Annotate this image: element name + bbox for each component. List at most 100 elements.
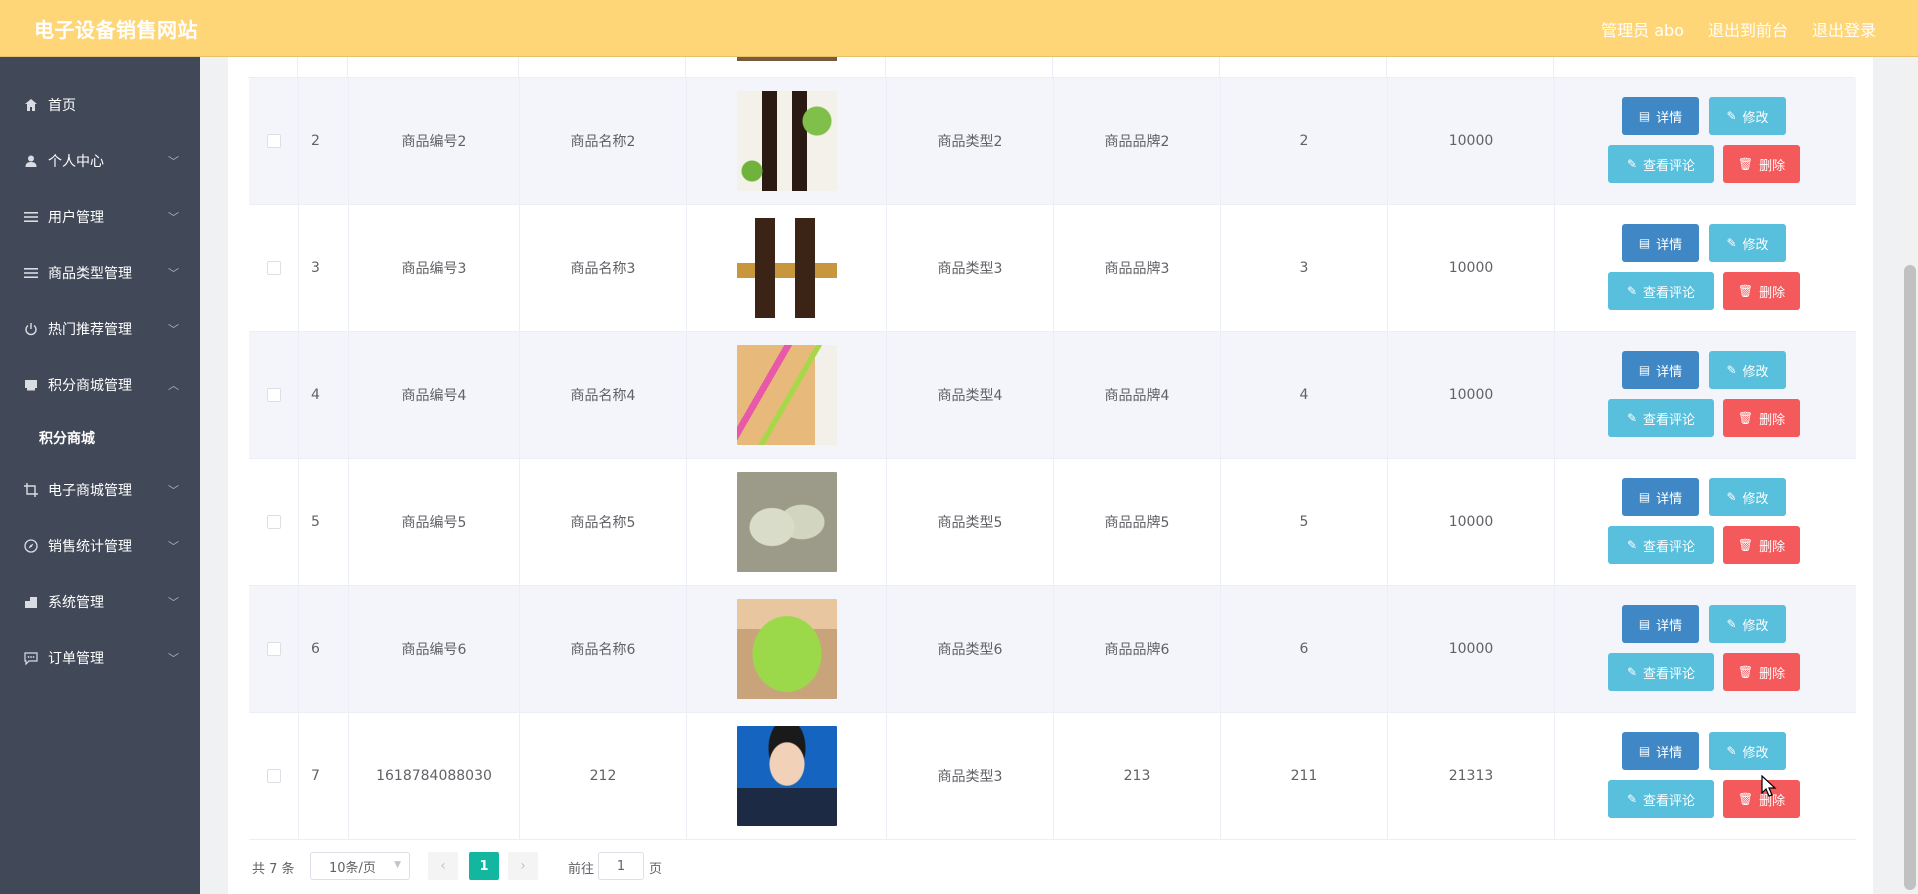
- product-type: 商品类型4: [937, 388, 1003, 404]
- row-checkbox[interactable]: [266, 515, 281, 529]
- detail-button[interactable]: ▤ 详情: [1622, 224, 1699, 262]
- table-cell-col7: 5: [1221, 459, 1388, 585]
- detail-button[interactable]: ▤ 详情: [1622, 605, 1699, 643]
- user-icon: [23, 153, 39, 169]
- edit-button[interactable]: ✎ 修改: [1709, 478, 1786, 516]
- chevron-down-icon: ﹀: [168, 652, 179, 665]
- goto-page-input[interactable]: [598, 852, 644, 880]
- sidebar-item-points-mall[interactable]: 积分商城管理 ︿: [0, 365, 200, 405]
- home-icon: [23, 97, 39, 113]
- table-row: 2 商品编号2 商品名称2 商品类型2 商品品牌2 2 10000 ▤ 详情 ✎ 修…: [249, 78, 1856, 205]
- delete-button[interactable]: 🗑︎ 删除: [1723, 653, 1800, 691]
- sidebar-item-label: 热门推荐管理: [48, 322, 132, 338]
- edit-button[interactable]: ✎ 修改: [1709, 224, 1786, 262]
- product-type: 商品类型6: [937, 642, 1003, 658]
- admin-user-link[interactable]: 管理员 abo: [1601, 17, 1684, 41]
- table-row: 6 商品编号6 商品名称6 商品类型6 商品品牌6 6 10000 ▤ 详情 ✎ 修…: [249, 586, 1856, 713]
- edit-icon: ✎: [1726, 744, 1737, 758]
- detail-button[interactable]: ▤ 详情: [1622, 732, 1699, 770]
- sidebar-item-product-types[interactable]: 商品类型管理 ﹀: [0, 253, 200, 293]
- detail-button[interactable]: ▤ 详情: [1622, 97, 1699, 135]
- table-cell-select: [249, 459, 299, 585]
- sidebar-item-profile[interactable]: 个人中心 ﹀: [0, 141, 200, 181]
- edit-icon: ✎: [1626, 538, 1638, 552]
- table-cell-select: [249, 332, 299, 458]
- edit-icon: ✎: [1726, 490, 1737, 504]
- delete-button[interactable]: 🗑︎ 删除: [1723, 526, 1800, 564]
- table-cell-col7: 3: [1221, 205, 1388, 331]
- product-image: [736, 726, 837, 826]
- product-brand: 商品品牌5: [1104, 515, 1170, 531]
- edit-button-label: 修改: [1742, 745, 1769, 761]
- sidebar-item-sales-stats[interactable]: 销售统计管理 ﹀: [0, 526, 200, 566]
- prev-page-button[interactable]: ‹: [428, 852, 458, 880]
- table-cell-select: [249, 205, 299, 331]
- row-checkbox[interactable]: [266, 388, 281, 402]
- exit-to-frontend-link[interactable]: 退出到前台: [1708, 17, 1788, 41]
- table-cell-code: 商品编号5: [349, 459, 520, 585]
- table-cell-name: 212: [520, 713, 687, 839]
- sidebar-item-orders[interactable]: 订单管理 ﹀: [0, 638, 200, 678]
- table-cell-brand: 商品品牌6: [1054, 586, 1221, 712]
- edit-button[interactable]: ✎ 修改: [1709, 732, 1786, 770]
- delete-button[interactable]: 🗑︎ 删除: [1723, 272, 1800, 310]
- chevron-down-icon: ▼: [394, 860, 401, 870]
- row-index: 3: [311, 260, 320, 276]
- view-comments-button[interactable]: ✎ 查看评论: [1608, 272, 1714, 310]
- page-size-value: 10条/页: [329, 860, 376, 876]
- table-cell-type: 商品类型2: [887, 78, 1054, 204]
- product-name: 212: [589, 768, 617, 784]
- view-comments-button[interactable]: ✎ 查看评论: [1608, 526, 1714, 564]
- sidebar-item-label: 系统管理: [48, 595, 104, 611]
- next-page-button[interactable]: ›: [508, 852, 538, 880]
- view-comments-button[interactable]: ✎ 查看评论: [1608, 399, 1714, 437]
- product-code: 商品编号6: [401, 642, 467, 658]
- table-cell: [1387, 57, 1554, 77]
- sidebar-item-hot-recommend[interactable]: 热门推荐管理 ﹀: [0, 309, 200, 349]
- sidebar-item-system[interactable]: 系统管理 ﹀: [0, 582, 200, 622]
- row-checkbox[interactable]: [266, 261, 281, 275]
- sidebar-item-users[interactable]: 用户管理 ﹀: [0, 197, 200, 237]
- logout-link[interactable]: 退出登录: [1812, 17, 1876, 41]
- sidebar-subitem-points-shop[interactable]: 积分商城: [0, 418, 200, 458]
- table-cell-col8: 10000: [1388, 205, 1555, 331]
- row-checkbox[interactable]: [266, 134, 281, 148]
- product-name: 商品名称5: [570, 515, 636, 531]
- detail-button[interactable]: ▤ 详情: [1622, 351, 1699, 389]
- table-cell-image: [687, 459, 887, 585]
- sidebar: 首页 个人中心 ﹀ 用户管理 ﹀ 商品类型管理 ﹀ 热门推荐管理 ﹀ 积分商城管…: [0, 57, 200, 894]
- table-cell-index: 5: [299, 459, 349, 585]
- edit-icon: ✎: [1626, 411, 1638, 425]
- product-code: 1618784088030: [376, 768, 492, 784]
- row-checkbox[interactable]: [266, 769, 281, 783]
- building-icon: [23, 594, 39, 610]
- page-size-select[interactable]: 10条/页 ▼: [310, 852, 410, 880]
- table-cell-select: [249, 713, 299, 839]
- edit-button[interactable]: ✎ 修改: [1709, 97, 1786, 135]
- table-cell-col8: 10000: [1388, 586, 1555, 712]
- table-cell-col8: 10000: [1388, 332, 1555, 458]
- product-image-partial: [737, 57, 837, 61]
- view-comments-button[interactable]: ✎ 查看评论: [1608, 653, 1714, 691]
- table-cell-index: 4: [299, 332, 349, 458]
- view-comments-button[interactable]: ✎ 查看评论: [1608, 780, 1714, 818]
- edit-button[interactable]: ✎ 修改: [1709, 605, 1786, 643]
- sidebar-item-e-mall[interactable]: 电子商城管理 ﹀: [0, 470, 200, 510]
- detail-button-label: 详情: [1656, 364, 1683, 380]
- delete-button[interactable]: 🗑︎ 删除: [1723, 145, 1800, 183]
- sidebar-item-home[interactable]: 首页: [0, 85, 200, 125]
- scrollbar-thumb[interactable]: [1904, 265, 1916, 890]
- product-value: 10000: [1448, 260, 1494, 276]
- table-cell-name: 商品名称3: [520, 205, 687, 331]
- sidebar-item-label: 商品类型管理: [48, 266, 132, 282]
- view-comments-button[interactable]: ✎ 查看评论: [1608, 145, 1714, 183]
- detail-button[interactable]: ▤ 详情: [1622, 478, 1699, 516]
- page-number-1[interactable]: 1: [469, 852, 499, 880]
- pagination-total: 共 7 条: [252, 862, 295, 877]
- delete-button[interactable]: 🗑︎ 删除: [1723, 399, 1800, 437]
- product-name: 商品名称3: [570, 261, 636, 277]
- edit-button[interactable]: ✎ 修改: [1709, 351, 1786, 389]
- row-checkbox[interactable]: [266, 642, 281, 656]
- trash-icon: 🗑︎: [1737, 411, 1754, 425]
- vertical-scrollbar[interactable]: [1902, 57, 1918, 894]
